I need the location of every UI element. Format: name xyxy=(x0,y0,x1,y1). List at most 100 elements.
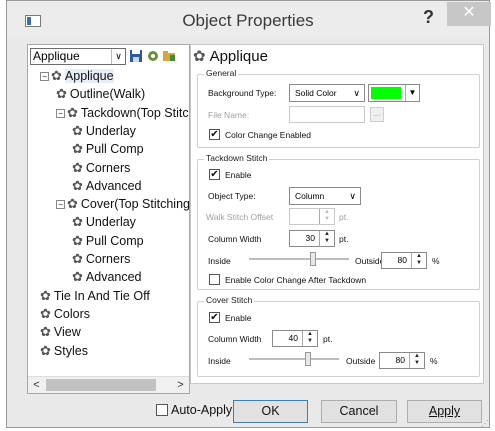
spinner-buttons[interactable]: ▲ ▼ xyxy=(411,253,426,268)
tackdown-column-width-label: Column Width xyxy=(208,234,262,244)
cover-outside-unit: % xyxy=(430,356,438,366)
tackdown-outside-value: 80 xyxy=(397,255,407,265)
browse-button[interactable]: ... xyxy=(370,107,384,122)
tree-node[interactable]: ✿ Advanced xyxy=(72,268,142,286)
collapse-toggle-icon[interactable]: − xyxy=(40,72,49,81)
cover-column-width-value: 40 xyxy=(288,333,298,343)
object-tree-panel: Applique ∨ − ✿ Applique ✿ Outline(Walk) − ✿ Tac… xyxy=(27,44,190,394)
apply-button[interactable]: Apply xyxy=(407,400,482,423)
gear-settings-icon[interactable] xyxy=(146,49,160,63)
tree-node-label: Corners xyxy=(85,160,131,175)
collapse-toggle-icon[interactable]: − xyxy=(56,108,65,118)
tree-node-label: Tie In And Tie Off xyxy=(53,288,150,303)
tackdown-inside-outside-slider[interactable] xyxy=(249,252,349,266)
gear-icon: ✿ xyxy=(51,68,62,83)
folder-icon[interactable] xyxy=(162,49,176,63)
spinner-buttons[interactable]: ▲ ▼ xyxy=(302,331,317,346)
help-button[interactable]: ? xyxy=(423,7,434,28)
object-properties-window: Object Properties ? ✕ Applique ∨ − ✿ Appli… xyxy=(6,0,491,428)
gear-icon: ✿ xyxy=(72,122,83,138)
slider-track xyxy=(249,258,349,260)
background-type-value: Solid Color xyxy=(295,88,337,98)
cover-inside-outside-slider[interactable] xyxy=(249,352,339,366)
object-type-select[interactable]: Column ∨ xyxy=(289,187,361,205)
tackdown-column-width-spinner[interactable]: 30 ▲ ▼ xyxy=(289,230,335,247)
auto-apply-label: Auto-Apply xyxy=(171,403,233,417)
gear-icon: ✿ xyxy=(72,214,83,230)
cover-group-title: Cover Stitch xyxy=(204,295,255,305)
gear-icon: ✿ xyxy=(72,159,83,175)
cover-enable-checkbox[interactable]: ✔ xyxy=(209,312,220,323)
scroll-thumb[interactable] xyxy=(46,379,156,391)
collapse-toggle-icon[interactable]: − xyxy=(56,200,65,210)
tree-node-label: Underlay xyxy=(85,215,136,230)
scroll-right-button[interactable]: > xyxy=(172,377,189,393)
scroll-left-button[interactable]: < xyxy=(28,377,45,393)
walk-stitch-offset-spinner[interactable]: ▲ ▼ xyxy=(289,208,335,225)
tree-node[interactable]: ✿ Advanced xyxy=(72,177,142,195)
gear-icon: ✿ xyxy=(72,141,83,157)
chevron-down-icon: ∨ xyxy=(349,191,356,201)
tree-node[interactable]: ✿ Pull Comp xyxy=(72,140,144,158)
walk-stitch-offset-label: Walk Stitch Offset xyxy=(206,212,274,222)
gear-icon: ✿ xyxy=(72,269,83,285)
tree-node[interactable]: ✿ Styles xyxy=(40,342,88,360)
color-change-enabled-checkbox[interactable]: ✔ xyxy=(209,129,220,140)
tackdown-enable-checkbox[interactable]: ✔ xyxy=(209,169,220,180)
gear-icon: ✿ xyxy=(67,104,78,120)
ok-button[interactable]: OK xyxy=(233,400,308,423)
color-change-after-tackdown-checkbox[interactable] xyxy=(209,274,220,285)
general-group-title: General xyxy=(204,68,239,78)
tree-node[interactable]: ✿ Pull Comp xyxy=(72,232,144,250)
tree-node-label: Advanced xyxy=(85,270,142,285)
tackdown-stitch-group: Tackdown Stitch ✔ Enable Object Type: Co… xyxy=(197,153,480,290)
slider-thumb[interactable] xyxy=(305,352,311,366)
cancel-button[interactable]: Cancel xyxy=(321,400,397,423)
resize-grip-icon[interactable]: ⋰ xyxy=(481,419,489,428)
tackdown-column-width-unit: pt. xyxy=(339,234,349,244)
tree-node[interactable]: ✿ Tie In And Tie Off xyxy=(40,287,150,305)
cover-column-width-unit: pt. xyxy=(323,334,333,344)
spinner-buttons[interactable]: ▲ ▼ xyxy=(409,353,424,368)
save-icon[interactable] xyxy=(129,49,143,63)
tackdown-outside-spinner[interactable]: 80 ▲ ▼ xyxy=(381,252,427,269)
slider-thumb[interactable] xyxy=(310,252,316,266)
color-change-after-tackdown-label: Enable Color Change After Tackdown xyxy=(225,275,367,285)
tree-node-label: Tackdown(Top Stitc xyxy=(80,105,189,120)
spinner-buttons[interactable]: ▲ ▼ xyxy=(319,209,334,224)
tree-node[interactable]: ✿ View xyxy=(40,323,81,341)
cover-outside-label: Outside xyxy=(346,356,376,366)
background-type-select[interactable]: Solid Color ∨ xyxy=(289,84,365,102)
tree-node[interactable]: ✿ Underlay xyxy=(72,213,136,231)
tree-node[interactable]: ✿ Colors xyxy=(40,305,90,323)
auto-apply-checkbox[interactable] xyxy=(156,404,168,416)
gear-icon: ✿ xyxy=(40,324,51,340)
general-group: General Background Type: Solid Color ∨ ▼… xyxy=(197,68,480,148)
apply-button-label: Apply xyxy=(428,404,461,418)
dropdown-arrow-icon[interactable]: ▼ xyxy=(405,85,419,101)
tree-horizontal-scrollbar[interactable]: < > xyxy=(28,376,189,393)
tree-node[interactable]: ✿ Underlay xyxy=(72,122,136,140)
chevron-down-icon[interactable]: ∨ xyxy=(111,49,125,64)
cover-outside-spinner[interactable]: 80 ▲ ▼ xyxy=(379,352,425,369)
tree-node[interactable]: ✿ Outline(Walk) xyxy=(56,85,145,103)
tree-node[interactable]: − ✿ Tackdown(Top Stitc xyxy=(56,104,189,122)
gear-icon: ✿ xyxy=(193,48,206,65)
file-name-input[interactable] xyxy=(289,106,365,123)
cover-column-width-spinner[interactable]: 40 ▲ ▼ xyxy=(272,330,318,347)
background-color-picker[interactable]: ▼ xyxy=(368,84,420,102)
object-selector-combo[interactable]: Applique ∨ xyxy=(30,48,126,65)
spinner-buttons[interactable]: ▲ ▼ xyxy=(319,231,334,246)
tree-node[interactable]: ✿ Corners xyxy=(72,250,130,268)
close-button[interactable]: ✕ xyxy=(447,2,491,26)
gear-icon: ✿ xyxy=(72,177,83,193)
tree-node[interactable]: − ✿ Applique xyxy=(40,67,114,85)
tackdown-inside-label: Inside xyxy=(208,256,231,266)
tackdown-enable-label: Enable xyxy=(225,170,252,180)
tree-node[interactable]: ✿ Corners xyxy=(72,159,130,177)
cover-stitch-group: Cover Stitch ✔ Enable Column Width 40 ▲ ▼… xyxy=(197,295,480,377)
title-bar[interactable]: Object Properties ? ✕ xyxy=(7,1,491,39)
tree-node[interactable]: − ✿ Cover(Top Stitching xyxy=(56,195,190,213)
tree-node-label: Outline(Walk) xyxy=(69,87,146,102)
cover-enable-label: Enable xyxy=(225,313,252,323)
